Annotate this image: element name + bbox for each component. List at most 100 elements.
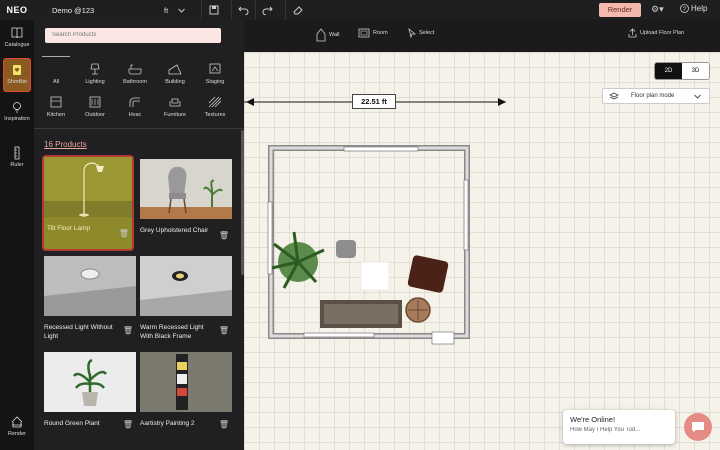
product-card[interactable]: Tilt Floor Lamp 🗑 [42,155,134,251]
dimension-label[interactable]: 22.51 ft [352,94,396,109]
nav-shortlist-label: Shortlist [7,79,27,85]
chat-title: We're Online! [570,415,616,424]
bathtub-icon [128,64,142,75]
nav-render[interactable]: Render [0,415,34,437]
nav-catalogue[interactable]: Catalogue [0,26,34,48]
question-icon: ? [680,4,689,13]
category-hvac[interactable]: Hvac [120,95,150,118]
category-staging[interactable]: Staging [200,62,230,85]
nav-inspiration-label: Inspiration [4,116,30,122]
shortlist-panel: All Lighting Bathroom Building Staging K… [34,20,244,450]
product-image [140,352,232,412]
sofa-icon [169,98,181,107]
category-kitchen-label: Kitchen [46,112,66,118]
nav-inspiration[interactable]: Inspiration [0,100,34,122]
plant-item [271,231,325,289]
room-tool[interactable]: Room [358,28,388,38]
nav-ruler-label: Ruler [10,162,24,168]
category-all-label: All [52,79,60,85]
search-input[interactable] [45,28,221,43]
app-logo[interactable]: NEO [0,5,34,15]
product-count: 16 Products [44,140,87,149]
building-icon [168,64,182,75]
upload-icon [628,28,637,38]
trash-icon[interactable]: 🗑 [219,326,229,335]
category-furniture[interactable]: Furniture [160,95,190,118]
floor-plan-canvas[interactable]: 2D 3D Floor plan mode 22.51 ft [244,52,720,450]
book-icon [11,27,23,39]
eraser-icon[interactable] [285,0,309,20]
help-label: Help [691,4,708,13]
chat-widget[interactable]: We're Online! How May I Help You Tod... [563,410,675,444]
project-name[interactable]: Demo @123 [52,6,142,15]
ruler-icon [14,146,20,160]
product-image [140,256,232,316]
trash-icon[interactable]: 🗑 [219,231,229,240]
trash-icon[interactable]: 🗑 [123,326,133,335]
category-building-label: Building [165,79,185,85]
chat-bubble-icon [692,422,704,432]
category-lighting[interactable]: Lighting [80,62,110,85]
chat-button[interactable] [684,413,712,441]
lamp-icon [90,63,100,75]
product-image [44,256,136,316]
product-title: Recessed Light Without Light [44,324,113,340]
category-staging-label: Staging [205,79,225,85]
product-card[interactable]: Aartistry Painting 2 🗑 [140,352,232,429]
save-icon[interactable] [201,0,225,20]
trash-icon[interactable]: 🗑 [119,229,129,238]
render-button[interactable]: Render [599,3,641,17]
frame-icon [209,63,221,74]
nav-shortlist[interactable]: Shortlist [3,58,31,92]
house-icon [11,416,23,428]
product-image [140,159,232,219]
pipe-icon [129,97,140,107]
category-textures-label: Textures [204,112,226,118]
product-title: Aartistry Painting 2 [140,420,195,427]
room-label: Room [373,30,388,36]
room-icon [358,28,370,38]
product-card[interactable]: Round Green Plant 🗑 [44,352,136,429]
left-nav: Catalogue Shortlist Inspiration Ruler Re… [0,20,34,450]
trash-icon[interactable]: 🗑 [219,420,229,429]
product-card[interactable]: Recessed Light Without Light 🗑 [44,256,136,341]
wall-label: Wall [329,32,340,38]
chevron-down-icon [178,8,186,13]
product-image [44,157,132,217]
product-title: Round Green Plant [44,420,100,427]
product-card[interactable]: Grey Upholstered Chair 🗑 [140,159,232,240]
outdoor-icon [89,96,101,108]
top-bar: NEO Demo @123 ft Render ⚙▾ ? Help [0,0,720,20]
category-all[interactable]: All [41,62,71,85]
product-card[interactable]: Warm Recessed Light With Black Frame 🗑 [140,256,232,341]
wall-icon [316,28,326,42]
floor-plan-drawing [244,98,506,345]
redo-icon[interactable] [255,0,279,20]
product-title: Tilt Floor Lamp [47,225,91,232]
upload-floor-plan-button[interactable]: Upload Floor Plan [628,28,684,38]
unit-value: ft [164,5,169,15]
category-building[interactable]: Building [160,62,190,85]
category-textures[interactable]: Textures [200,95,230,118]
category-bathroom-label: Bathroom [123,79,147,85]
nav-ruler[interactable]: Ruler [0,146,34,168]
category-kitchen[interactable]: Kitchen [41,95,71,118]
unit-select[interactable]: ft [164,5,186,15]
wall-tool[interactable]: Wall [316,28,340,42]
product-title: Grey Upholstered Chair [140,227,209,234]
product-title: Warm Recessed Light With Black Frame [140,324,204,340]
select-label: Select [419,30,435,36]
category-bathroom[interactable]: Bathroom [120,62,150,85]
undo-icon[interactable] [231,0,255,20]
all-icon [48,62,64,76]
heart-icon [13,65,21,75]
gear-icon[interactable]: ⚙▾ [651,4,664,15]
help-button[interactable]: ? Help [680,4,707,13]
nav-catalogue-label: Catalogue [4,42,30,48]
select-tool[interactable]: Select [408,28,434,38]
category-outdoor[interactable]: Outdoor [80,95,110,118]
panel-divider [34,128,244,129]
lightbulb-icon [13,102,21,113]
trash-icon[interactable]: 🗑 [123,420,133,429]
category-furniture-label: Furniture [163,112,186,118]
